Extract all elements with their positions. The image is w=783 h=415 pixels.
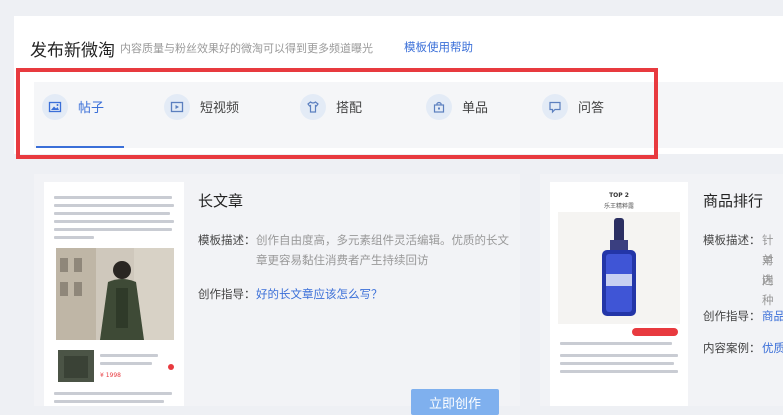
template-preview: ¥ 1998	[44, 182, 184, 406]
template-preview-ranking: TOP 2 乐王精粹露	[550, 182, 688, 406]
template-card-product-ranking: TOP 2 乐王精粹露 商品排行 模板描述： 针对 单内 迷种 创作指导： 商品…	[540, 174, 783, 406]
preview-product-thumb	[58, 350, 94, 382]
template-desc-2-line3: 迷种	[762, 273, 774, 307]
preview-top-label: TOP 2	[609, 192, 629, 199]
preview-badge	[632, 328, 678, 336]
template-card-long-article: ¥ 1998 长文章 模板描述： 创作自由度高，多元素组件灵活编辑。优质的长文章…	[34, 174, 520, 415]
template-guide-link-2[interactable]: 商品	[762, 308, 783, 324]
template-title: 长文章	[198, 192, 244, 210]
template-guide-label: 创作指导：	[198, 287, 256, 301]
template-case-link-2[interactable]: 优质	[762, 340, 783, 356]
template-desc-label-2: 模板描述：	[703, 233, 761, 247]
serum-bottle-image	[558, 212, 680, 324]
template-desc-label: 模板描述：	[198, 233, 256, 247]
template-guide-link[interactable]: 好的长文章应该怎么写？	[256, 286, 383, 302]
preview-photo	[56, 248, 174, 340]
template-guide-label-2: 创作指导：	[703, 309, 761, 323]
template-title-2: 商品排行	[703, 192, 764, 210]
page-subtitle: 内容质量与粉丝效果好的微淘可以得到更多频道曝光	[120, 42, 373, 55]
preview-dot	[168, 364, 174, 370]
preview-price: ¥ 1998	[100, 372, 121, 379]
template-help-link[interactable]: 模板使用帮助	[404, 39, 473, 55]
tabs-highlight-box	[16, 68, 658, 159]
preview-product-name: 乐王精粹露	[603, 203, 634, 210]
template-case-label-2: 内容案例：	[703, 341, 761, 355]
create-now-button[interactable]: 立即创作	[411, 389, 499, 415]
page-title: 发布新微淘	[30, 41, 115, 61]
template-desc: 创作自由度高，多元素组件灵活编辑。优质的长文章更容易黏住消费者产生持续回访	[256, 233, 509, 267]
